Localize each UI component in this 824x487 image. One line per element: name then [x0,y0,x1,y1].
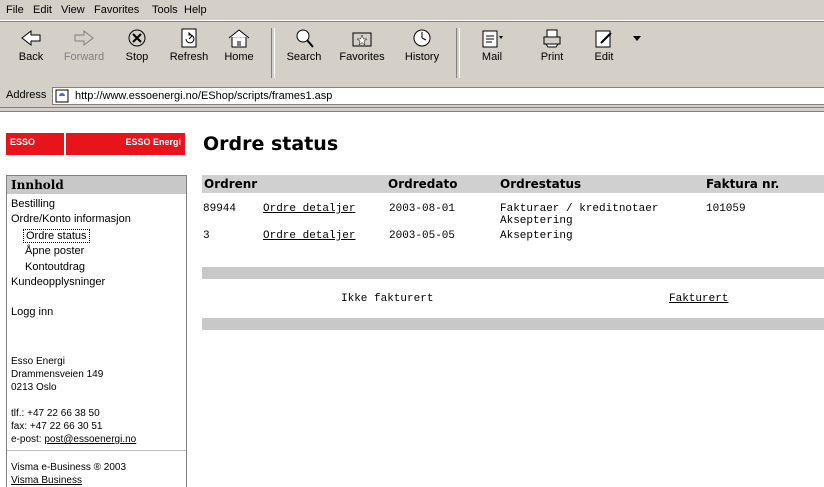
sidebar: Innhold Bestilling Ordre/Konto informasj… [6,175,187,487]
history-icon [413,29,431,47]
favorites-button[interactable]: Favorites [333,25,391,81]
row-status-line1: Akseptering [500,230,573,242]
stop-icon [128,29,146,47]
forward-arrow-icon [74,29,94,47]
stop-button[interactable]: Stop [117,25,157,81]
address-label: Address [6,89,47,101]
edit-icon [595,30,612,48]
email-prefix: e-post: [11,434,45,445]
menu-file[interactable]: File [6,4,24,16]
col-ordrenr: Ordrenr [204,177,258,191]
favorites-folder-icon [352,32,372,47]
row-ordrenr: 3 [203,230,210,242]
company-email-row: e-post: post@essoenergi.no [11,434,136,445]
logo-esso-text: ESSO [10,137,36,147]
sidebar-item-bestilling[interactable]: Bestilling [11,198,55,210]
sidebar-heading: Innhold [7,176,186,194]
logo-divider [64,133,66,155]
refresh-icon [181,28,197,48]
menu-favorites[interactable]: Favorites [94,4,139,16]
address-bar: Address http://www.essoenergi.no/EShop/s… [0,85,824,108]
back-arrow-icon [21,29,41,47]
edit-button[interactable]: Edit [584,25,624,81]
company-name: Esso Energi [11,356,65,367]
sidebar-item-apne-poster[interactable]: Åpne poster [25,245,84,257]
visma-copyright: Visma e-Business ® 2003 [11,462,127,473]
sidebar-item-ordre-konto[interactable]: Ordre/Konto informasjon [11,213,131,225]
menu-edit[interactable]: Edit [33,4,52,16]
printer-icon [543,29,561,48]
ordre-detaljer-link[interactable]: Ordre detaljer [263,230,355,242]
ordre-detaljer-link[interactable]: Ordre detaljer [263,203,355,215]
sidebar-item-logg-inn[interactable]: Logg inn [11,306,53,318]
history-button[interactable]: History [398,25,446,81]
menu-bar: File Edit View Favorites Tools Help [0,0,824,21]
col-ordredato: Ordredato [388,177,458,191]
forward-button[interactable]: Forward [56,25,112,81]
menu-tools[interactable]: Tools [152,4,178,16]
row-faktura: 101059 [706,203,746,215]
row-ordrenr: 89944 [203,203,237,215]
home-icon [228,29,250,48]
back-button[interactable]: Back [12,25,50,81]
row-status-line2: Akseptering [500,215,573,227]
esso-logo: ESSO ESSO Energi [6,133,185,155]
print-button[interactable]: Print [532,25,572,81]
ikke-fakturert-label: Ikke fakturert [341,293,434,305]
chevron-down-icon [633,36,641,41]
separator-bar [202,267,824,279]
mail-icon [482,30,503,48]
sidebar-item-kontoutdrag[interactable]: Kontoutdrag [25,261,85,273]
search-button[interactable]: Search [280,25,328,81]
col-faktura: Faktura nr. [706,177,780,191]
menu-help[interactable]: Help [184,4,207,16]
menu-view[interactable]: View [61,4,85,16]
table-header: Ordrenr Ordredato Ordrestatus Faktura nr… [202,175,824,193]
separator-bar [202,318,824,330]
sidebar-item-kundeopplysninger[interactable]: Kundeopplysninger [11,276,105,288]
company-fax: fax: +47 22 66 30 51 [11,421,103,432]
fakturert-link[interactable]: Fakturert [669,293,728,305]
page-title: Ordre status [203,133,339,155]
email-link[interactable]: post@essoenergi.no [44,434,136,445]
row-status-line1: Fakturaer / kreditnotaer [500,203,659,215]
ie-page-icon [55,89,69,103]
col-ordrestatus: Ordrestatus [500,177,582,191]
company-phone: tlf.: +47 22 66 38 50 [11,408,100,419]
toolbar: Back Forward Stop Refresh Home Search Fa… [0,21,824,86]
refresh-button[interactable]: Refresh [165,25,213,81]
logo-esso-energi-text: ESSO Energi [125,137,181,147]
edit-dropdown[interactable] [630,25,644,81]
company-street: Drammensveien 149 [11,369,104,380]
row-ordredato: 2003-08-01 [389,203,456,215]
mail-button[interactable]: Mail [468,25,516,81]
toolbar-separator [456,28,460,78]
sidebar-item-ordre-status[interactable]: Ordre status [23,229,90,243]
frame-separator [0,108,824,112]
toolbar-separator [271,28,275,78]
address-input[interactable]: http://www.essoenergi.no/EShop/scripts/f… [52,87,824,105]
row-ordredato: 2003-05-05 [389,230,456,242]
company-city: 0213 Oslo [11,382,57,393]
address-url: http://www.essoenergi.no/EShop/scripts/f… [75,90,333,102]
sidebar-divider [7,450,186,451]
home-button[interactable]: Home [217,25,261,81]
search-icon [296,29,314,48]
visma-business-link[interactable]: Visma Business [11,475,82,486]
